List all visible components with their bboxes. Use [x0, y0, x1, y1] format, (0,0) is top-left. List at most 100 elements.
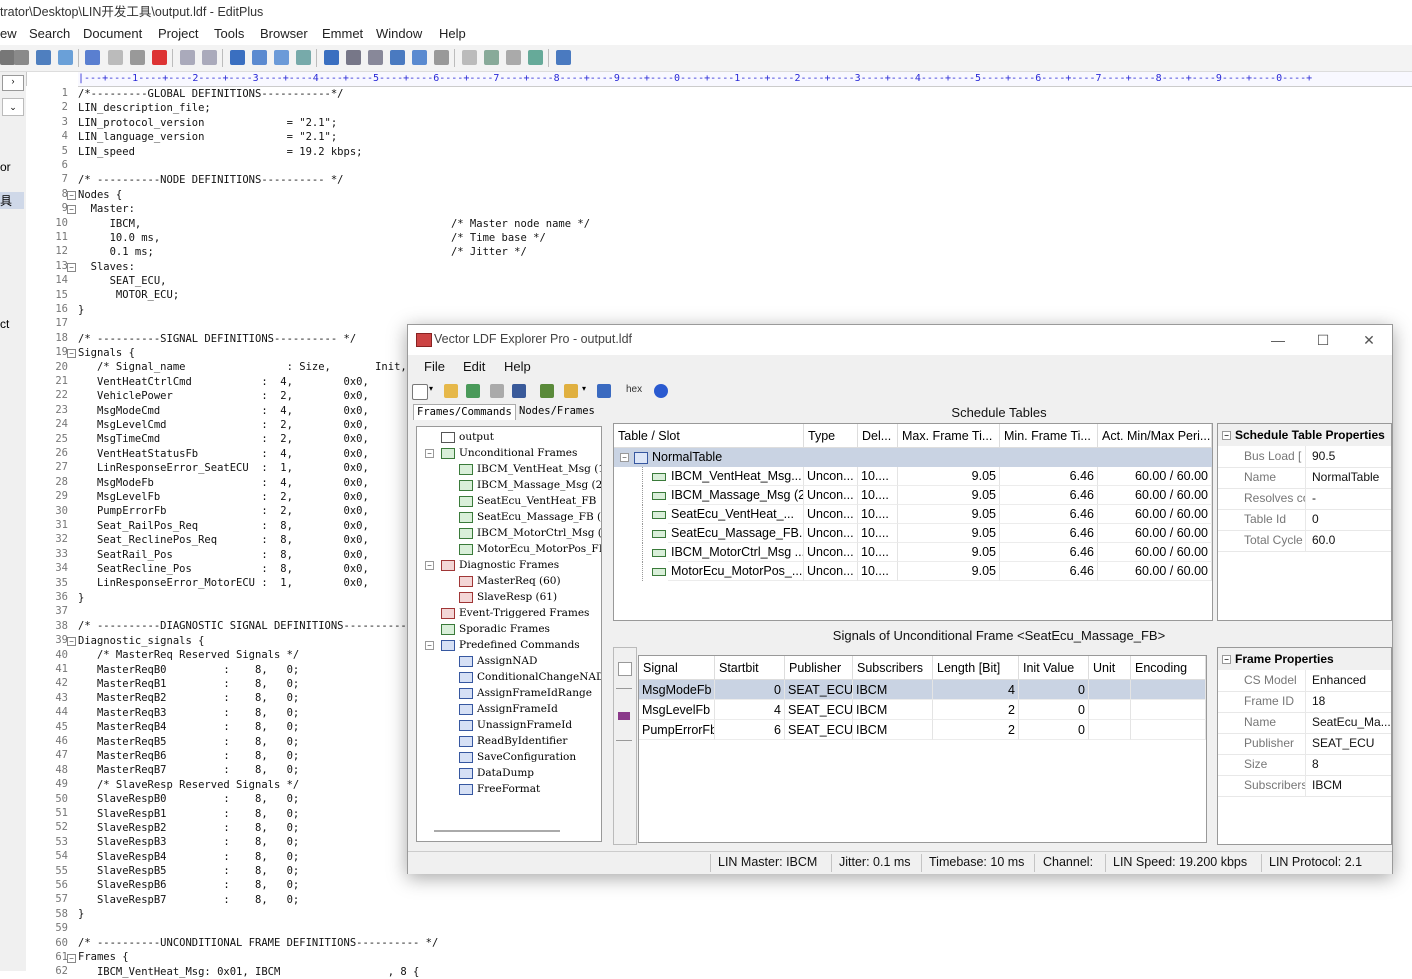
tree-group[interactable]: Event-Triggered Frames [441, 605, 589, 621]
schedule-column-header[interactable]: Table / Slot [614, 424, 804, 448]
signal-column-header[interactable]: Init Value [1019, 656, 1089, 680]
close-button[interactable]: ✕ [1354, 329, 1384, 351]
copy-icon[interactable] [108, 50, 123, 65]
reload-icon[interactable] [466, 384, 480, 398]
tree-item[interactable]: AssignNAD [459, 653, 537, 669]
schedule-cell[interactable]: 9.05 [898, 562, 1000, 581]
paste-icon[interactable] [130, 50, 145, 65]
tree-item[interactable]: AssignFrameIdRange [459, 685, 592, 701]
menu-project[interactable]: Project [158, 24, 198, 44]
tree-item[interactable]: DataDump [459, 765, 534, 781]
schedule-cell[interactable]: Uncon... [804, 467, 858, 486]
signal-cell[interactable] [1131, 680, 1206, 700]
schedule-cell[interactable]: 9.05 [898, 486, 1000, 505]
schedule-cell[interactable]: 10.... [858, 486, 898, 505]
schedule-cell[interactable]: 6.46 [1000, 524, 1098, 543]
tab-nodes-frames[interactable]: Nodes/Frames [516, 404, 598, 419]
tree-item[interactable]: ReadByIdentifier [459, 733, 567, 749]
schedule-cell[interactable]: Uncon... [804, 562, 858, 581]
schedule-cell[interactable]: 6.46 [1000, 543, 1098, 562]
schedule-cell[interactable]: SeatEcu_Massage_FB... [668, 524, 804, 543]
schedule-column-header[interactable]: Type [804, 424, 858, 448]
spellcheck-icon[interactable] [36, 50, 51, 65]
property-row[interactable]: Subscribers IBCM [1218, 775, 1391, 797]
schedule-cell[interactable]: 60.00 / 60.00 [1098, 543, 1212, 562]
print-preview-icon[interactable] [0, 50, 15, 65]
tree-item[interactable]: IBCM_VentHeat_Msg (1 [459, 461, 601, 477]
tree-item[interactable]: SlaveResp (61) [459, 589, 557, 605]
schedule-cell[interactable]: 10.... [858, 467, 898, 486]
signal-column-header[interactable]: Publisher [785, 656, 853, 680]
fold-toggle-icon[interactable]: − [67, 262, 76, 272]
export-icon[interactable] [540, 384, 554, 398]
signal-cell[interactable]: 4 [933, 680, 1019, 700]
hex-button[interactable]: hex [626, 384, 642, 395]
help-icon[interactable] [556, 50, 571, 65]
property-row[interactable]: Bus Load [90.5 [1218, 446, 1391, 468]
word-wrap-icon[interactable] [368, 50, 383, 65]
property-row[interactable]: Total Cycle 60.0 [1218, 530, 1391, 552]
menu-view[interactable]: ew [0, 24, 17, 44]
menu-help[interactable]: Help [439, 24, 466, 44]
expand-collapse-icon[interactable]: − [425, 449, 434, 458]
import-dropdown-icon[interactable]: ▾ [582, 384, 586, 393]
schedule-cell[interactable]: 10.... [858, 562, 898, 581]
goto-icon[interactable] [296, 50, 311, 65]
tree-item[interactable]: UnassignFrameId [459, 717, 572, 733]
schedule-cell[interactable]: 10.... [858, 524, 898, 543]
tree-item[interactable]: MotorEcu_MotorPos_FB [459, 541, 601, 557]
import-icon[interactable] [564, 384, 578, 398]
signal-cell[interactable]: PumpErrorFb [639, 720, 715, 740]
schedule-cell[interactable]: 9.05 [898, 524, 1000, 543]
schedule-cell[interactable]: 6.46 [1000, 486, 1098, 505]
browser-icon[interactable] [484, 50, 499, 65]
property-row[interactable]: Frame ID 18 [1218, 691, 1391, 713]
signal-column-header[interactable]: Unit [1089, 656, 1131, 680]
signal-column-header[interactable]: Signal [639, 656, 715, 680]
menu-window[interactable]: Window [376, 24, 422, 44]
schedule-cell[interactable]: 6.46 [1000, 505, 1098, 524]
signal-column-header[interactable]: Length [Bit] [933, 656, 1019, 680]
cut-icon[interactable] [85, 50, 100, 65]
menu-file[interactable]: File [424, 359, 445, 374]
schedule-cell[interactable]: 60.00 / 60.00 [1098, 524, 1212, 543]
open-folder-icon[interactable] [444, 384, 458, 398]
fold-toggle-icon[interactable]: − [67, 190, 76, 200]
property-row[interactable]: Name NormalTable [1218, 467, 1391, 489]
help-circle-icon[interactable] [654, 384, 668, 398]
hx-icon[interactable] [346, 50, 361, 65]
schedule-cell[interactable]: 10.... [858, 505, 898, 524]
view-icon[interactable] [462, 50, 477, 65]
signal-cell[interactable]: 4 [715, 700, 785, 720]
schedule-cell[interactable]: 9.05 [898, 543, 1000, 562]
new-dropdown-icon[interactable]: ▾ [429, 384, 433, 393]
tree-item[interactable]: AssignFrameId [459, 701, 558, 717]
settings-icon[interactable] [434, 50, 449, 65]
cliptext-icon[interactable] [506, 50, 521, 65]
signal-cell[interactable]: IBCM [853, 720, 933, 740]
signal-cell[interactable] [1131, 720, 1206, 740]
tree-group[interactable]: Diagnostic Frames [441, 557, 559, 573]
signal-cell[interactable]: 0 [1019, 720, 1089, 740]
tree-item[interactable]: ConditionalChangeNAD [459, 669, 601, 685]
schedule-cell[interactable]: IBCM_MotorCtrl_Msg ... [668, 543, 804, 562]
grid-icon[interactable] [597, 384, 611, 398]
tree-scrollbar[interactable] [434, 830, 560, 832]
schedule-cell[interactable]: SeatEcu_VentHeat_... [668, 505, 804, 524]
menu-browser[interactable]: Browser [260, 24, 308, 44]
signal-cell[interactable]: SEAT_ECU [785, 680, 853, 700]
maximize-button[interactable]: ☐ [1308, 329, 1338, 351]
find-in-files-icon[interactable] [274, 50, 289, 65]
signal-cell[interactable]: 0 [1019, 680, 1089, 700]
property-row[interactable]: Publisher SEAT_ECU [1218, 733, 1391, 755]
signal-cell[interactable]: MsgModeFb [639, 680, 715, 700]
find-icon[interactable] [230, 50, 245, 65]
schedule-cell[interactable]: Uncon... [804, 524, 858, 543]
line-number-icon[interactable] [412, 50, 427, 65]
list-view-icon[interactable] [618, 662, 632, 676]
schedule-cell[interactable]: 60.00 / 60.00 [1098, 562, 1212, 581]
signal-cell[interactable] [1089, 720, 1131, 740]
menu-tools[interactable]: Tools [214, 24, 244, 44]
signal-column-header[interactable]: Encoding [1131, 656, 1206, 680]
directory-icon[interactable] [528, 50, 543, 65]
